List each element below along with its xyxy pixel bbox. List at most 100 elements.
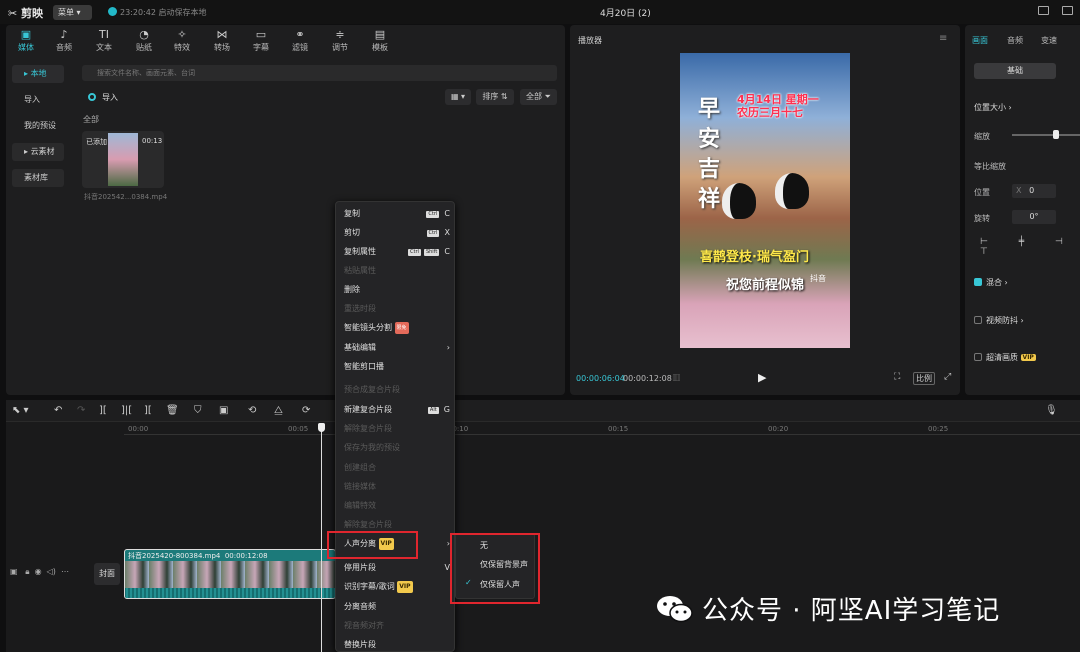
tab-label: 调节 [332,43,348,52]
menu-label: 基础编辑 [344,343,376,352]
mirror-icon[interactable]: ⧋ [274,405,283,416]
menu-item-smart-split[interactable]: 智能镜头分割 限免 [344,322,450,334]
sort-button[interactable]: 排序 ⇅ [476,89,514,105]
blend-toggle[interactable]: 混合 › [974,277,1008,288]
sort-label: 排序 [482,92,499,101]
hd-toggle[interactable]: 超清画质 VIP [974,352,1036,363]
menu-item-recognize-captions[interactable]: 识别字幕/歌词 VIP [344,581,450,593]
lock-icon[interactable]: 🔒︎ [25,567,29,576]
menu-item-precompose: 预合成复合片段 [344,385,400,394]
menu-item-separate-audio[interactable]: 分离音频 [344,601,450,613]
timeline-mode-icon[interactable]: ▥ [672,373,681,383]
tab-prop-audio[interactable]: 音频 [1007,35,1023,46]
tab-label: 滤镜 [292,43,308,52]
sidebar-item-cloud[interactable]: ▸ 云素材 [12,143,64,161]
highlight-box [450,533,540,604]
tab-stickers[interactable]: ◔ 贴纸 [128,28,160,53]
menu-item-delete[interactable]: 删除 [344,284,450,296]
sidebar-item-local[interactable]: ▸ 本地 [12,65,64,83]
menu-item-basic-edit[interactable]: 基础编辑 › [344,342,450,354]
sidebar-item-library[interactable]: 素材库 [12,169,64,187]
text-icon: TI [99,28,109,41]
more-icon[interactable]: ⋯ [61,567,69,576]
rotate-input[interactable]: 0° [1012,210,1056,224]
rotate-icon[interactable]: ⟳ [302,405,310,416]
tab-effects[interactable]: ✧ 特效 [166,28,198,53]
view-toggle-button[interactable]: ▦ ▾ [445,89,471,105]
import-button[interactable]: 导入 [88,92,118,103]
play-button[interactable]: ▶ [758,371,766,384]
tab-speed[interactable]: 变速 [1041,35,1057,46]
menu-item-copy-attributes[interactable]: 复制属性 Ctrl Shift C [344,246,450,258]
tab-transitions[interactable]: ⋈ 转场 [206,28,238,53]
menu-label: 剪切 [344,228,360,237]
menu-icon[interactable]: ≡ [939,33,947,44]
media-duration: 00:13 [142,137,163,145]
track-cover-icon[interactable]: ▣ [10,567,18,576]
video-preview[interactable]: 4月14日 星期一 农历三月十七 早安吉祥 喜鹊登枝·瑞气盈门 祝您前程似锦 抖音 [680,53,850,348]
cover-button[interactable]: 封面 [94,563,120,585]
scale-slider-track[interactable] [1012,134,1080,136]
redo-icon[interactable]: ↷ [77,405,85,416]
playhead-line[interactable] [321,424,322,652]
tab-filters[interactable]: ⚭ 滤镜 [284,28,316,53]
menu-item-copy[interactable]: 复制 Ctrl C [344,208,450,220]
added-badge: 已添加 [86,138,107,146]
layout-icon[interactable] [1038,6,1049,15]
menu-item-uncompound: 解除复合片段 [344,424,392,433]
menu-label: 停用片段 [344,563,376,572]
sidebar-item-import[interactable]: 导入 [12,91,64,109]
stabilize-toggle[interactable]: 视频防抖 › [974,315,1024,326]
freeze-icon[interactable]: ▣ [219,405,228,416]
split-icon[interactable]: ][ [99,405,107,416]
select-tool-icon[interactable]: ⬉ ▾ [12,405,29,416]
crop-icon[interactable]: ⛶ [894,372,900,382]
menu-item-smart-cut[interactable]: 智能剪口播 [344,361,450,373]
shortcut-key: G [443,405,450,414]
align-buttons[interactable]: ⊢ ╪ ⊣ ⊤ [980,237,1080,257]
video-headline: 早安吉祥 [698,97,721,212]
transition-icon: ⋈ [216,28,228,41]
split-right-icon[interactable]: ][ [144,405,152,416]
adjust-icon: ≑ [335,28,345,41]
menu-item-disable-clip[interactable]: 停用片段 V [344,562,450,574]
menu-label: 复制属性 [344,247,376,256]
highlight-box [327,531,418,559]
filter-button[interactable]: 全部 ⏷ [520,89,557,105]
reverse-icon[interactable]: ⟲ [248,405,256,416]
delete-icon[interactable]: 🗑 [166,405,179,416]
shortcut-key: X [444,228,450,237]
video-clip[interactable]: 抖音2025420-800384.mp4 00:00:12:08 [124,549,336,599]
tab-picture[interactable]: 画面 [972,35,988,46]
basic-subtab[interactable]: 基础 [974,63,1056,79]
shield-icon[interactable]: ⛉ [194,405,202,416]
eye-icon[interactable]: ◉ [35,567,42,576]
ratio-button[interactable]: 比例 [913,372,935,385]
tab-captions[interactable]: ▭ 字幕 [245,28,277,53]
speaker-icon[interactable]: ◁) [47,567,56,576]
tab-label: 字幕 [253,43,269,52]
menu-item-new-compound[interactable]: 新建复合片段 Alt G [344,404,450,416]
playhead-handle[interactable] [318,423,325,432]
tab-adjust[interactable]: ≑ 调节 [324,28,356,53]
tab-templates[interactable]: ▤ 模板 [364,28,396,53]
position-x-input[interactable]: X 0 [1012,184,1056,198]
checkbox-icon [974,316,982,324]
menu-button[interactable]: 菜单 ▾ [53,5,92,20]
tab-audio[interactable]: ♪ 音频 [48,28,80,53]
stabilize-label: 视频防抖 [986,316,1018,325]
fullscreen-icon[interactable]: ⤢ [944,372,951,382]
media-search-input[interactable]: 搜索文件名称、画面元素、台词 [82,65,557,81]
undo-icon[interactable]: ↶ [54,405,62,416]
menu-item-cut[interactable]: 剪切 Ctrl X [344,227,450,239]
sidebar-item-my-presets[interactable]: 我的预设 [12,117,64,135]
window-icon[interactable] [1062,6,1073,15]
microphone-icon[interactable]: 🎙 [1045,405,1058,416]
menu-item-replace-clip[interactable]: 替换片段 [344,639,450,651]
tab-text[interactable]: TI 文本 [88,28,120,53]
tab-media[interactable]: ▣ 媒体 [10,28,42,53]
split-left-icon[interactable]: ]|[ [121,405,132,416]
scale-slider-handle[interactable] [1053,130,1059,139]
sidebar-label: 导入 [24,95,40,104]
hd-label: 超清画质 [986,353,1018,362]
